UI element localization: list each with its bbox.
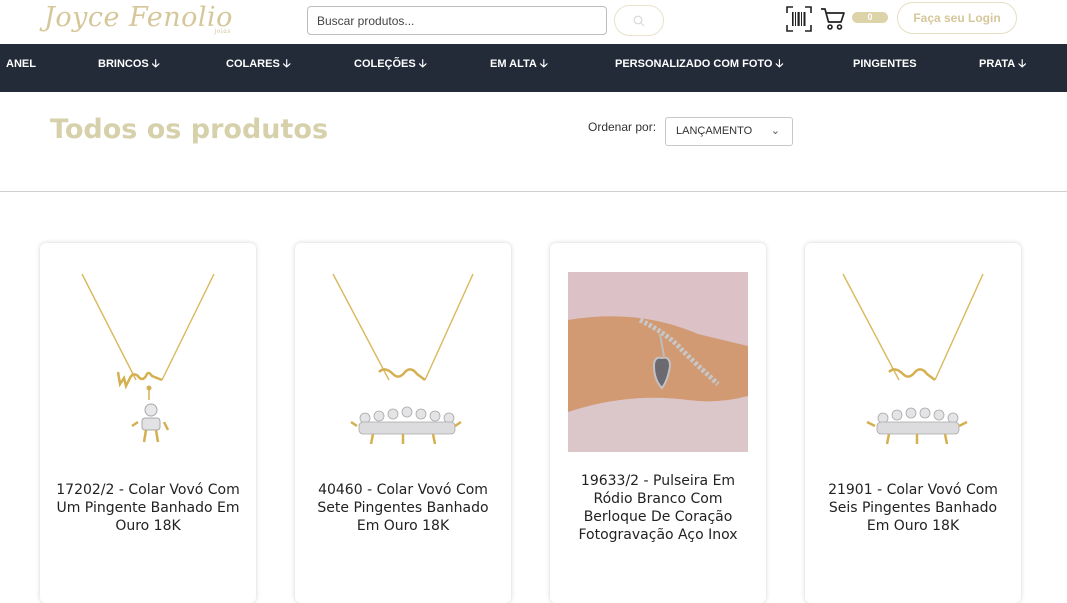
product-card[interactable]: 19633/2 - Pulseira Em Ródio Branco Com B… xyxy=(550,243,766,603)
nav-item-label: BRINCOS xyxy=(98,58,149,70)
header-divider xyxy=(0,191,1067,192)
product-image[interactable] xyxy=(313,272,493,452)
barcode-icon[interactable] xyxy=(786,6,812,32)
product-title[interactable]: 21901 - Colar Vovó Com Seis Pingentes Ba… xyxy=(817,481,1009,535)
chevron-down-icon: ⌄ xyxy=(770,125,780,137)
product-image[interactable] xyxy=(568,272,748,452)
nav-item-prata[interactable]: PRATA 🡣 xyxy=(979,44,1026,92)
cart-count-badge: 0 xyxy=(852,12,888,23)
cart-icon[interactable] xyxy=(820,7,846,31)
nav-item-em-alta[interactable]: EM ALTA 🡣 xyxy=(490,44,548,92)
nav-item-label: PRATA xyxy=(979,58,1016,70)
search-input[interactable] xyxy=(307,6,607,35)
nav-item-colecoes[interactable]: COLEÇÕES 🡣 xyxy=(354,44,427,92)
arrow-down-icon: 🡣 xyxy=(775,58,784,70)
logo-suffix: joias xyxy=(214,28,231,35)
sort-label: Ordenar por: xyxy=(588,120,657,134)
top-header: Joyce Fenolio joias 0 Faça seu Login xyxy=(0,0,1067,44)
product-image[interactable] xyxy=(823,272,1003,452)
nav-item-brincos[interactable]: BRINCOS 🡣 xyxy=(98,44,160,92)
sort-select[interactable]: LANÇAMENTO ⌄ xyxy=(665,117,793,146)
arrow-down-icon: 🡣 xyxy=(151,58,160,70)
nav-item-colares[interactable]: COLARES 🡣 xyxy=(226,44,291,92)
nav-item-anel[interactable]: ANEL xyxy=(6,44,36,92)
nav-item-label: COLARES xyxy=(226,58,280,70)
product-image[interactable] xyxy=(58,272,238,452)
nav-item-label: PERSONALIZADO COM FOTO xyxy=(615,58,773,70)
nav-item-label: EM ALTA xyxy=(490,58,537,70)
product-card[interactable]: 40460 - Colar Vovó Com Sete Pingentes Ba… xyxy=(295,243,511,603)
product-title[interactable]: 19633/2 - Pulseira Em Ródio Branco Com B… xyxy=(562,472,754,544)
product-title[interactable]: 40460 - Colar Vovó Com Sete Pingentes Ba… xyxy=(307,481,499,535)
arrow-down-icon: 🡣 xyxy=(539,58,548,70)
brand-logo[interactable]: Joyce Fenolio joias xyxy=(44,2,233,35)
nav-item-personalizado-com-foto[interactable]: PERSONALIZADO COM FOTO 🡣 xyxy=(615,44,783,92)
product-title[interactable]: 17202/2 - Colar Vovó Com Um Pingente Ban… xyxy=(52,481,244,535)
arrow-down-icon: 🡣 xyxy=(418,58,427,70)
product-card[interactable]: 17202/2 - Colar Vovó Com Um Pingente Ban… xyxy=(40,243,256,603)
nav-item-label: ANEL xyxy=(6,58,36,70)
search-icon xyxy=(633,15,645,26)
nav-item-label: PINGENTES xyxy=(853,58,917,70)
login-button[interactable]: Faça seu Login xyxy=(897,2,1017,34)
nav-item-label: COLEÇÕES xyxy=(354,58,416,70)
search-button[interactable] xyxy=(614,5,664,36)
sort-selected-value: LANÇAMENTO xyxy=(676,125,753,137)
main-nav: ANEL BRINCOS 🡣 COLARES 🡣 COLEÇÕES 🡣 EM ALTA… xyxy=(0,44,1067,92)
arrow-down-icon: 🡣 xyxy=(1018,58,1027,70)
logo-text: Joyce Fenolio xyxy=(44,2,233,33)
arrow-down-icon: 🡣 xyxy=(282,58,291,70)
page-title: Todos os produtos xyxy=(50,114,329,145)
product-card[interactable]: 21901 - Colar Vovó Com Seis Pingentes Ba… xyxy=(805,243,1021,603)
nav-item-pingentes[interactable]: PINGENTES xyxy=(853,44,917,92)
